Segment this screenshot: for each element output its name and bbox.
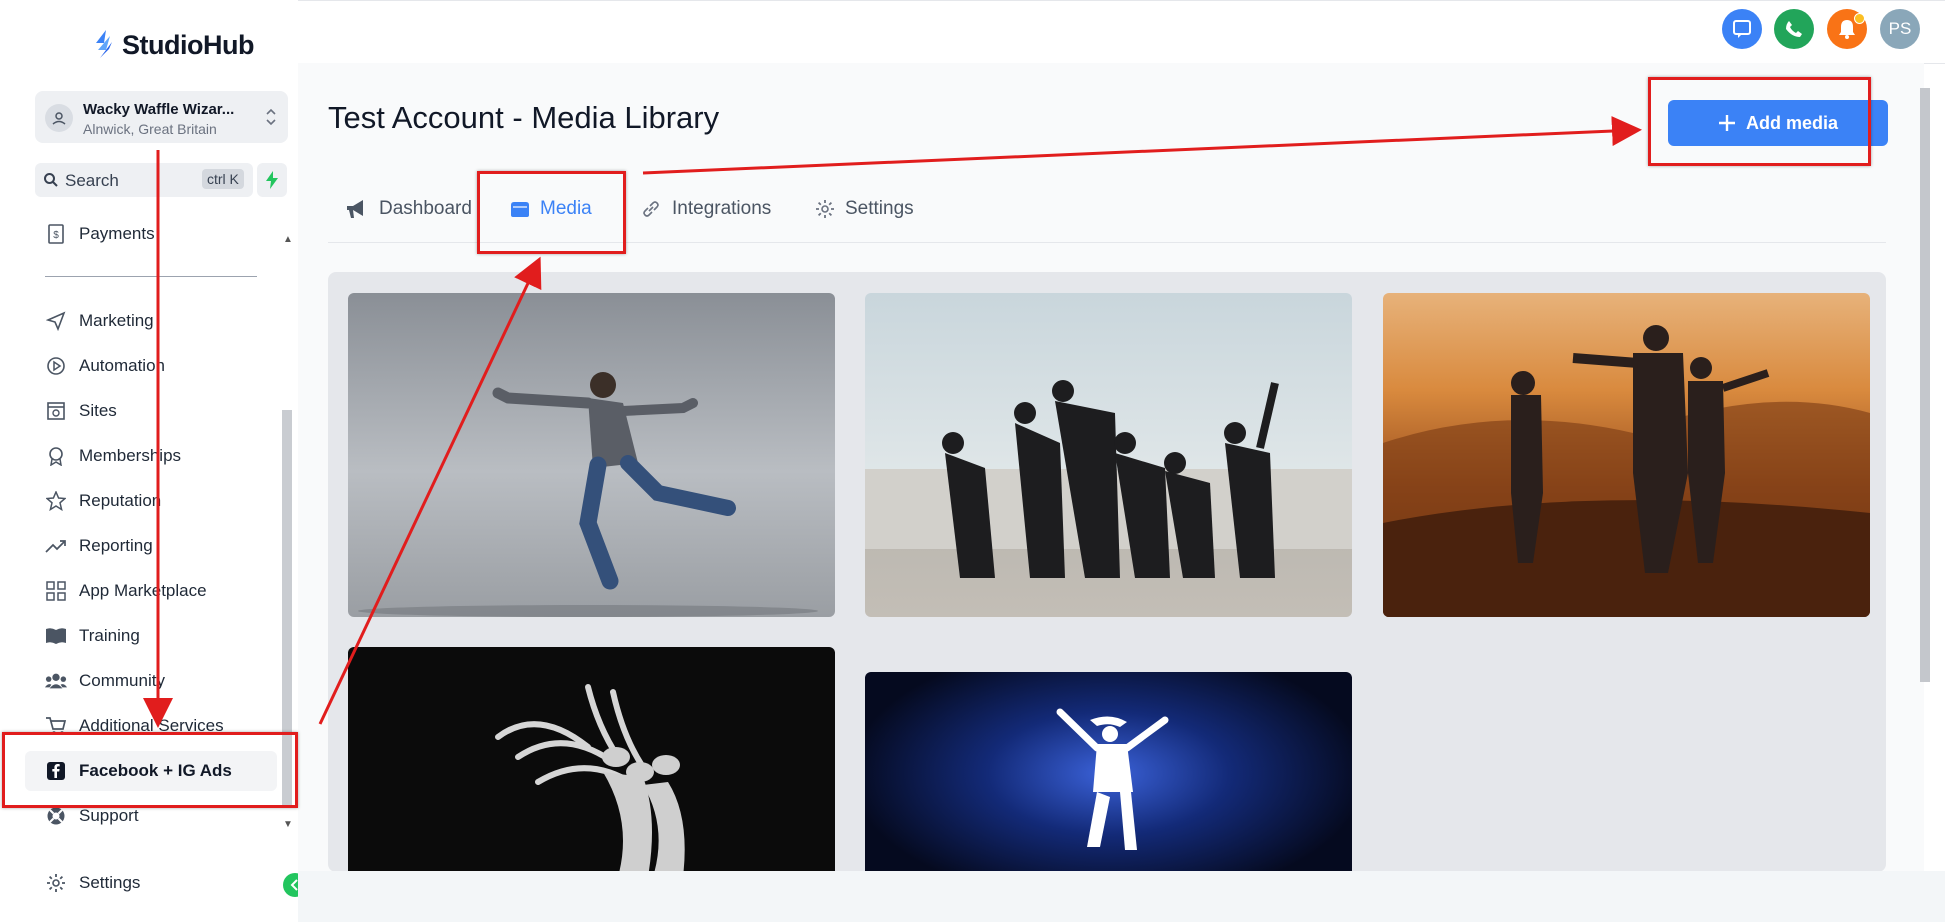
arrow-to-add-media	[642, 116, 1642, 175]
annotation-arrows	[143, 116, 1642, 728]
arrow-to-media-tab	[318, 256, 542, 725]
